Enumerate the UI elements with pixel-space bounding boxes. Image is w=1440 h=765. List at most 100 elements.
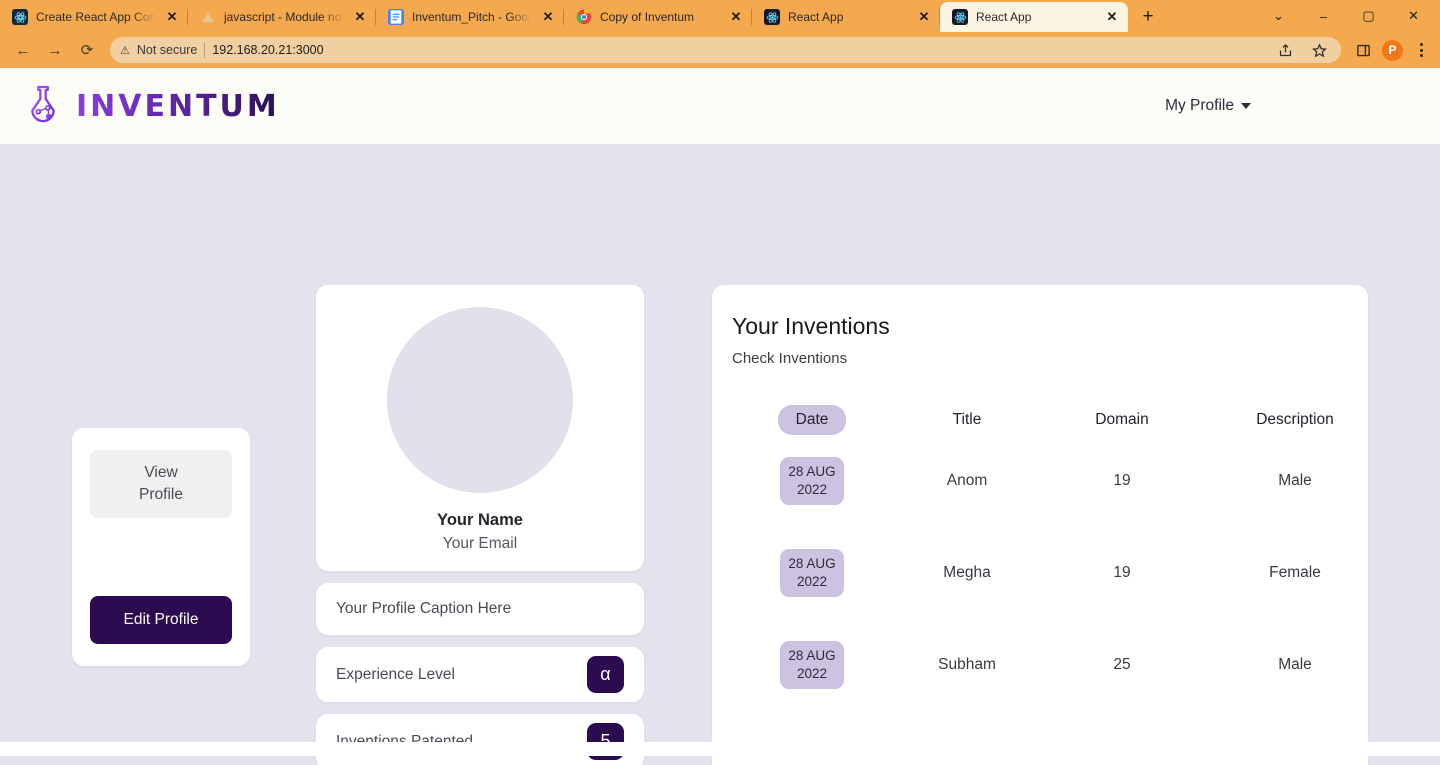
cra-icon [12,9,28,25]
inventions-title: Your Inventions [732,313,890,339]
three-dot-menu-icon[interactable] [1410,38,1432,62]
cell-description: Male [1278,656,1312,673]
table-row[interactable]: 28 AUG 2022 Megha 19 Female [732,527,1388,619]
cell-description: Male [1278,472,1312,489]
profile-actions-card: View Profile Edit Profile [72,428,250,666]
tab-close-icon[interactable]: ✕ [164,9,180,25]
address-bar[interactable]: ⚠ Not secure 192.168.20.21:3000 [110,37,1341,63]
new-tab-button[interactable]: + [1134,3,1162,31]
cell-title: Subham [938,656,996,673]
google-docs-icon [388,9,404,25]
column-header-date[interactable]: Date [732,405,892,435]
view-profile-label-line1: View [144,464,178,481]
date-day: 28 AUG [788,464,836,479]
tab-strip: Create React App Comman ✕ javascript - M… [0,0,1440,32]
inventions-card: Your Inventions Check Inventions Date Ti… [712,285,1368,765]
app-header: INVENTUM My Profile [0,68,1440,144]
cell-date: 28 AUG 2022 [732,619,892,711]
date-chip: 28 AUG 2022 [780,549,844,597]
cell-title: Anom [946,472,988,489]
page-viewport: INVENTUM My Profile View Profile Edit Pr… [0,68,1440,765]
date-year: 2022 [796,666,828,681]
cell-title: Megha [943,564,991,581]
browser-tab[interactable]: Create React App Comman ✕ [0,2,188,32]
tab-title: javascript - Module not fou [224,10,344,24]
tab-search-icon[interactable]: ⌄ [1256,0,1301,32]
flask-icon [31,85,55,123]
date-day: 28 AUG [788,556,836,571]
side-panel-icon[interactable] [1351,38,1375,62]
cell-domain: 25 [1113,656,1131,673]
tab-title: React App [788,10,844,24]
back-icon[interactable]: ← [8,35,38,65]
brand[interactable]: INVENTUM [24,83,280,129]
view-profile-label-line2: Profile [139,486,183,503]
warning-triangle-icon: ⚠ [120,44,130,57]
omnibox-actions [1273,38,1331,62]
profile-avatar[interactable]: P [1382,39,1403,61]
browser-window: Create React App Comman ✕ javascript - M… [0,0,1440,765]
view-profile-button[interactable]: View Profile [90,450,232,518]
tab-close-icon[interactable]: ✕ [916,9,932,25]
cell-date: 28 AUG 2022 [732,435,892,527]
chrome-icon [576,9,592,25]
react-icon [952,9,968,25]
cell-domain: 19 [1113,472,1131,489]
star-icon[interactable] [1307,38,1331,62]
profile-column: Your Name Your Email Your Profile Captio… [316,285,644,765]
window-controls: ⌄ – ▢ ✕ [1256,0,1440,32]
table-header-row: Date Title Domain Description [732,405,1388,435]
browser-tab[interactable]: Copy of Inventum ✕ [564,2,752,32]
cell-description: Female [1269,564,1321,581]
inventions-table: Date Title Domain Description 28 AUG 202… [732,405,1388,711]
stat-row-inventions-patented: Inventions Patented 5 [316,714,644,765]
cell-domain: 19 [1113,564,1131,581]
profile-caption-card: Your Profile Caption Here [316,583,644,635]
column-header-description[interactable]: Description [1202,405,1388,435]
stat-badge: α [587,656,624,693]
column-header-title[interactable]: Title [892,405,1042,435]
date-chip: 28 AUG 2022 [780,641,844,689]
tab-close-icon[interactable]: ✕ [540,9,556,25]
browser-toolbar: ← → ⟳ ⚠ Not secure 192.168.20.21:3000 P [0,32,1440,68]
cell-date: 28 AUG 2022 [732,527,892,619]
tab-title: Create React App Comman [36,10,156,24]
browser-tab[interactable]: javascript - Module not fou ✕ [188,2,376,32]
share-icon[interactable] [1273,38,1297,62]
security-label: Not secure [136,43,198,57]
browser-tab-active[interactable]: React App ✕ [940,2,1128,32]
minimize-button[interactable]: – [1301,0,1346,32]
tab-title: Copy of Inventum [600,10,695,24]
my-profile-menu[interactable]: My Profile [1165,97,1251,115]
page-body: View Profile Edit Profile Your Name Your… [0,144,1440,765]
browser-tab[interactable]: Inventum_Pitch - Google D ✕ [376,2,564,32]
close-button[interactable]: ✕ [1391,0,1436,32]
tab-title: React App [976,10,1032,24]
forward-icon[interactable]: → [40,35,70,65]
tab-close-icon[interactable]: ✕ [1104,9,1120,25]
brand-name: INVENTUM [76,88,280,124]
profile-summary-card: Your Name Your Email [316,285,644,571]
avatar[interactable] [387,307,573,493]
maximize-button[interactable]: ▢ [1346,0,1391,32]
date-day: 28 AUG [788,648,836,663]
profile-email: Your Email [442,535,518,552]
column-header-domain[interactable]: Domain [1042,405,1202,435]
profile-name: Your Name [437,511,523,529]
omnibox-divider [204,42,206,58]
url-text: 192.168.20.21:3000 [212,43,324,57]
stat-label: Experience Level [336,665,455,683]
reload-icon[interactable]: ⟳ [72,35,102,65]
date-year: 2022 [796,574,828,589]
inventions-subtitle: Check Inventions [732,350,848,367]
edit-profile-button[interactable]: Edit Profile [90,596,232,644]
react-icon [764,9,780,25]
tab-close-icon[interactable]: ✕ [728,9,744,25]
table-row[interactable]: 28 AUG 2022 Subham 25 Male [732,619,1388,711]
date-year: 2022 [796,482,828,497]
my-profile-label: My Profile [1165,97,1234,114]
profile-caption: Your Profile Caption Here [336,600,512,617]
browser-tab[interactable]: React App ✕ [752,2,940,32]
tab-close-icon[interactable]: ✕ [352,9,368,25]
table-row[interactable]: 28 AUG 2022 Anom 19 Male [732,435,1388,527]
